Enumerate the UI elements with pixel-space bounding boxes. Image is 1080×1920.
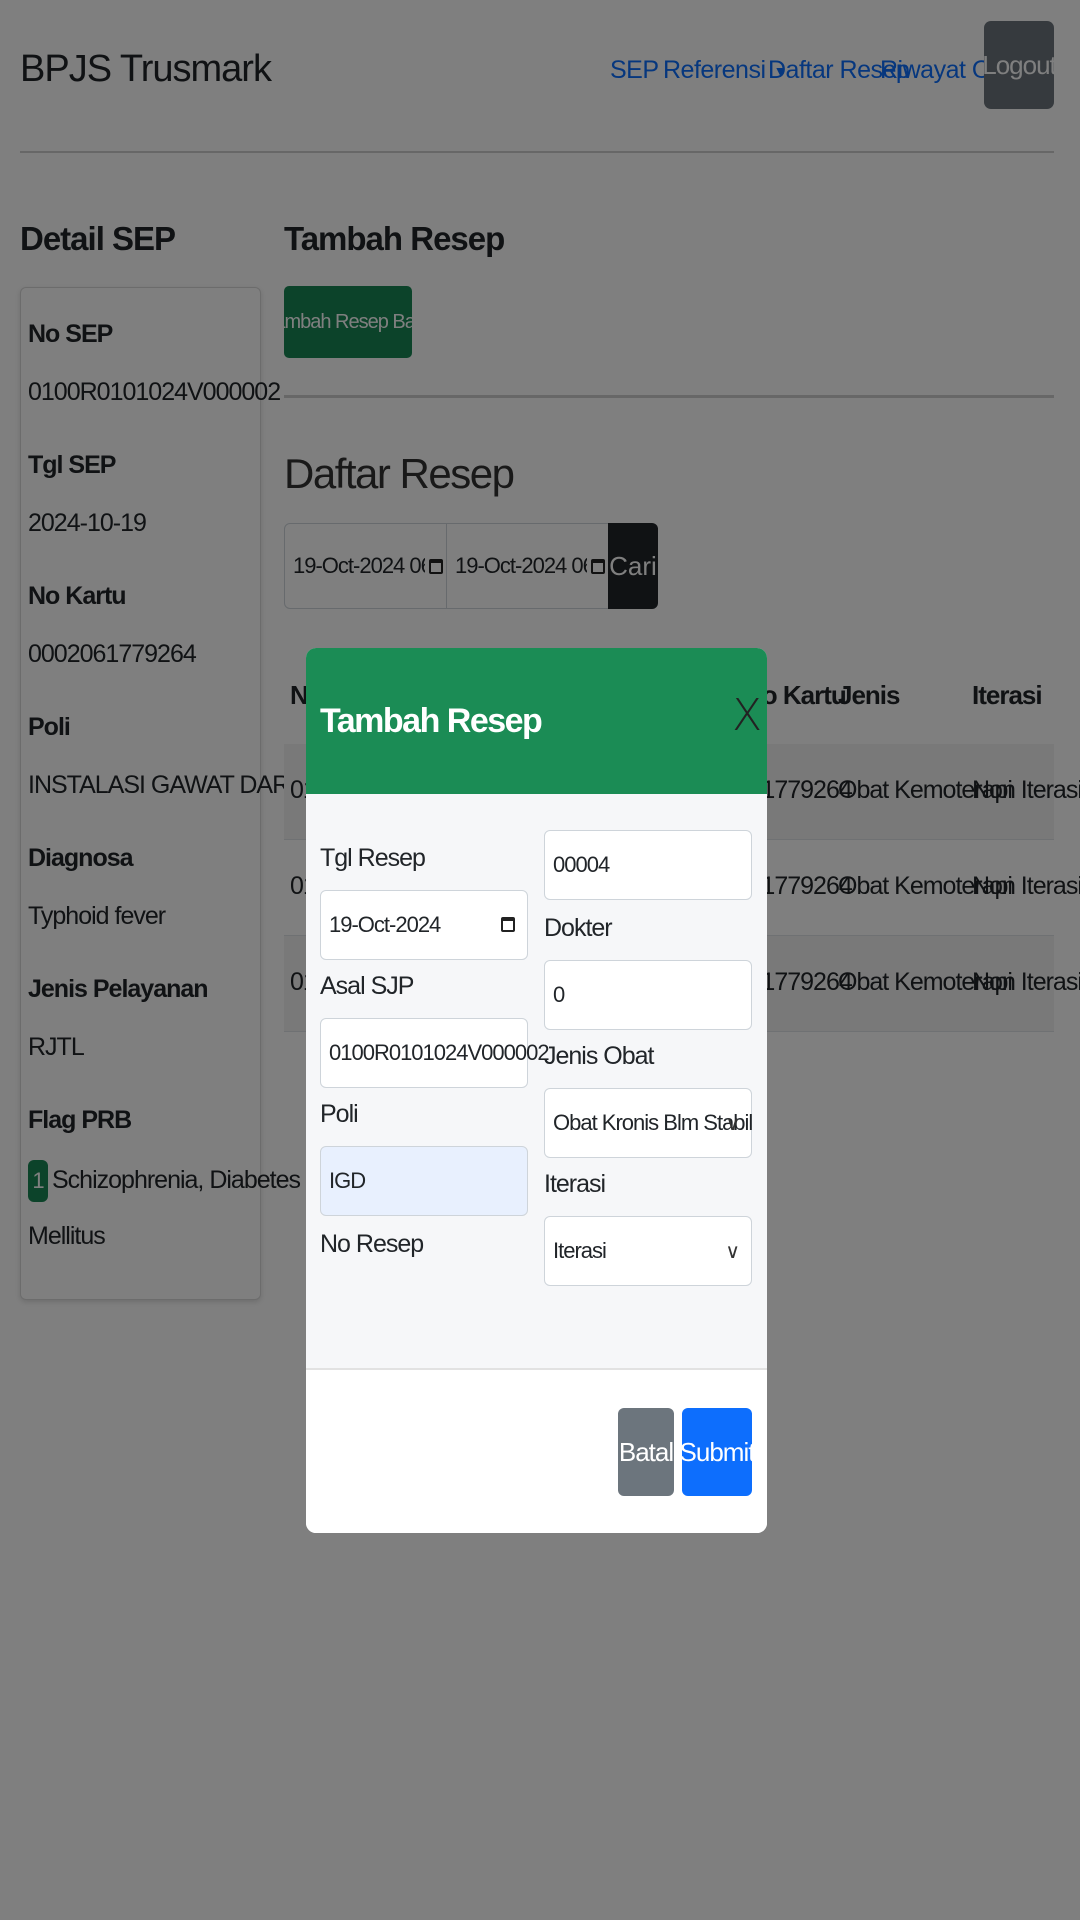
iterasi-value: Iterasi: [553, 1238, 607, 1263]
asal-sjp-label: Asal SJP: [320, 972, 414, 1000]
no-resep-input[interactable]: 00004: [544, 830, 752, 900]
modal-footer: Batal Submit: [306, 1370, 767, 1533]
poli-input[interactable]: IGD: [320, 1146, 528, 1216]
dokter-input[interactable]: 0: [544, 960, 752, 1030]
no-resep-value: 00004: [553, 852, 610, 877]
asal-sjp-input[interactable]: 0100R0101024V000002: [320, 1018, 550, 1088]
jenis-obat-label: Jenis Obat: [544, 1042, 655, 1070]
iterasi-label: Iterasi: [544, 1170, 606, 1198]
tgl-resep-value: 19-Oct-2024: [329, 912, 441, 937]
poli-label: Poli: [320, 1100, 359, 1128]
submit-button[interactable]: Submit: [680, 1408, 755, 1496]
calendar-icon[interactable]: [501, 917, 515, 932]
modal-title: Tambah Resep: [320, 702, 543, 740]
chevron-down-icon: ∨: [725, 1241, 740, 1263]
tambah-resep-modal: Tambah Resep X Tgl Resep 19-Oct-2024 Asa…: [306, 648, 767, 1533]
modal-header: Tambah Resep X: [306, 648, 767, 794]
jenis-obat-select[interactable]: Obat Kronis Blm Stabil ∨: [544, 1088, 753, 1158]
asal-sjp-value: 0100R0101024V000002: [329, 1040, 550, 1065]
chevron-down-icon: ∨: [725, 1113, 740, 1135]
close-icon[interactable]: X: [732, 690, 762, 741]
jenis-obat-value: Obat Kronis Blm Stabil: [553, 1110, 753, 1135]
iterasi-select[interactable]: Iterasi ∨: [544, 1216, 752, 1286]
dokter-value: 0: [553, 982, 565, 1007]
poli-value: IGD: [329, 1168, 366, 1193]
dokter-label: Dokter: [544, 914, 613, 942]
tgl-resep-input[interactable]: 19-Oct-2024: [320, 890, 528, 960]
tgl-resep-label: Tgl Resep: [320, 844, 426, 872]
no-resep-label: No Resep: [320, 1230, 424, 1258]
batal-button[interactable]: Batal: [618, 1408, 674, 1496]
